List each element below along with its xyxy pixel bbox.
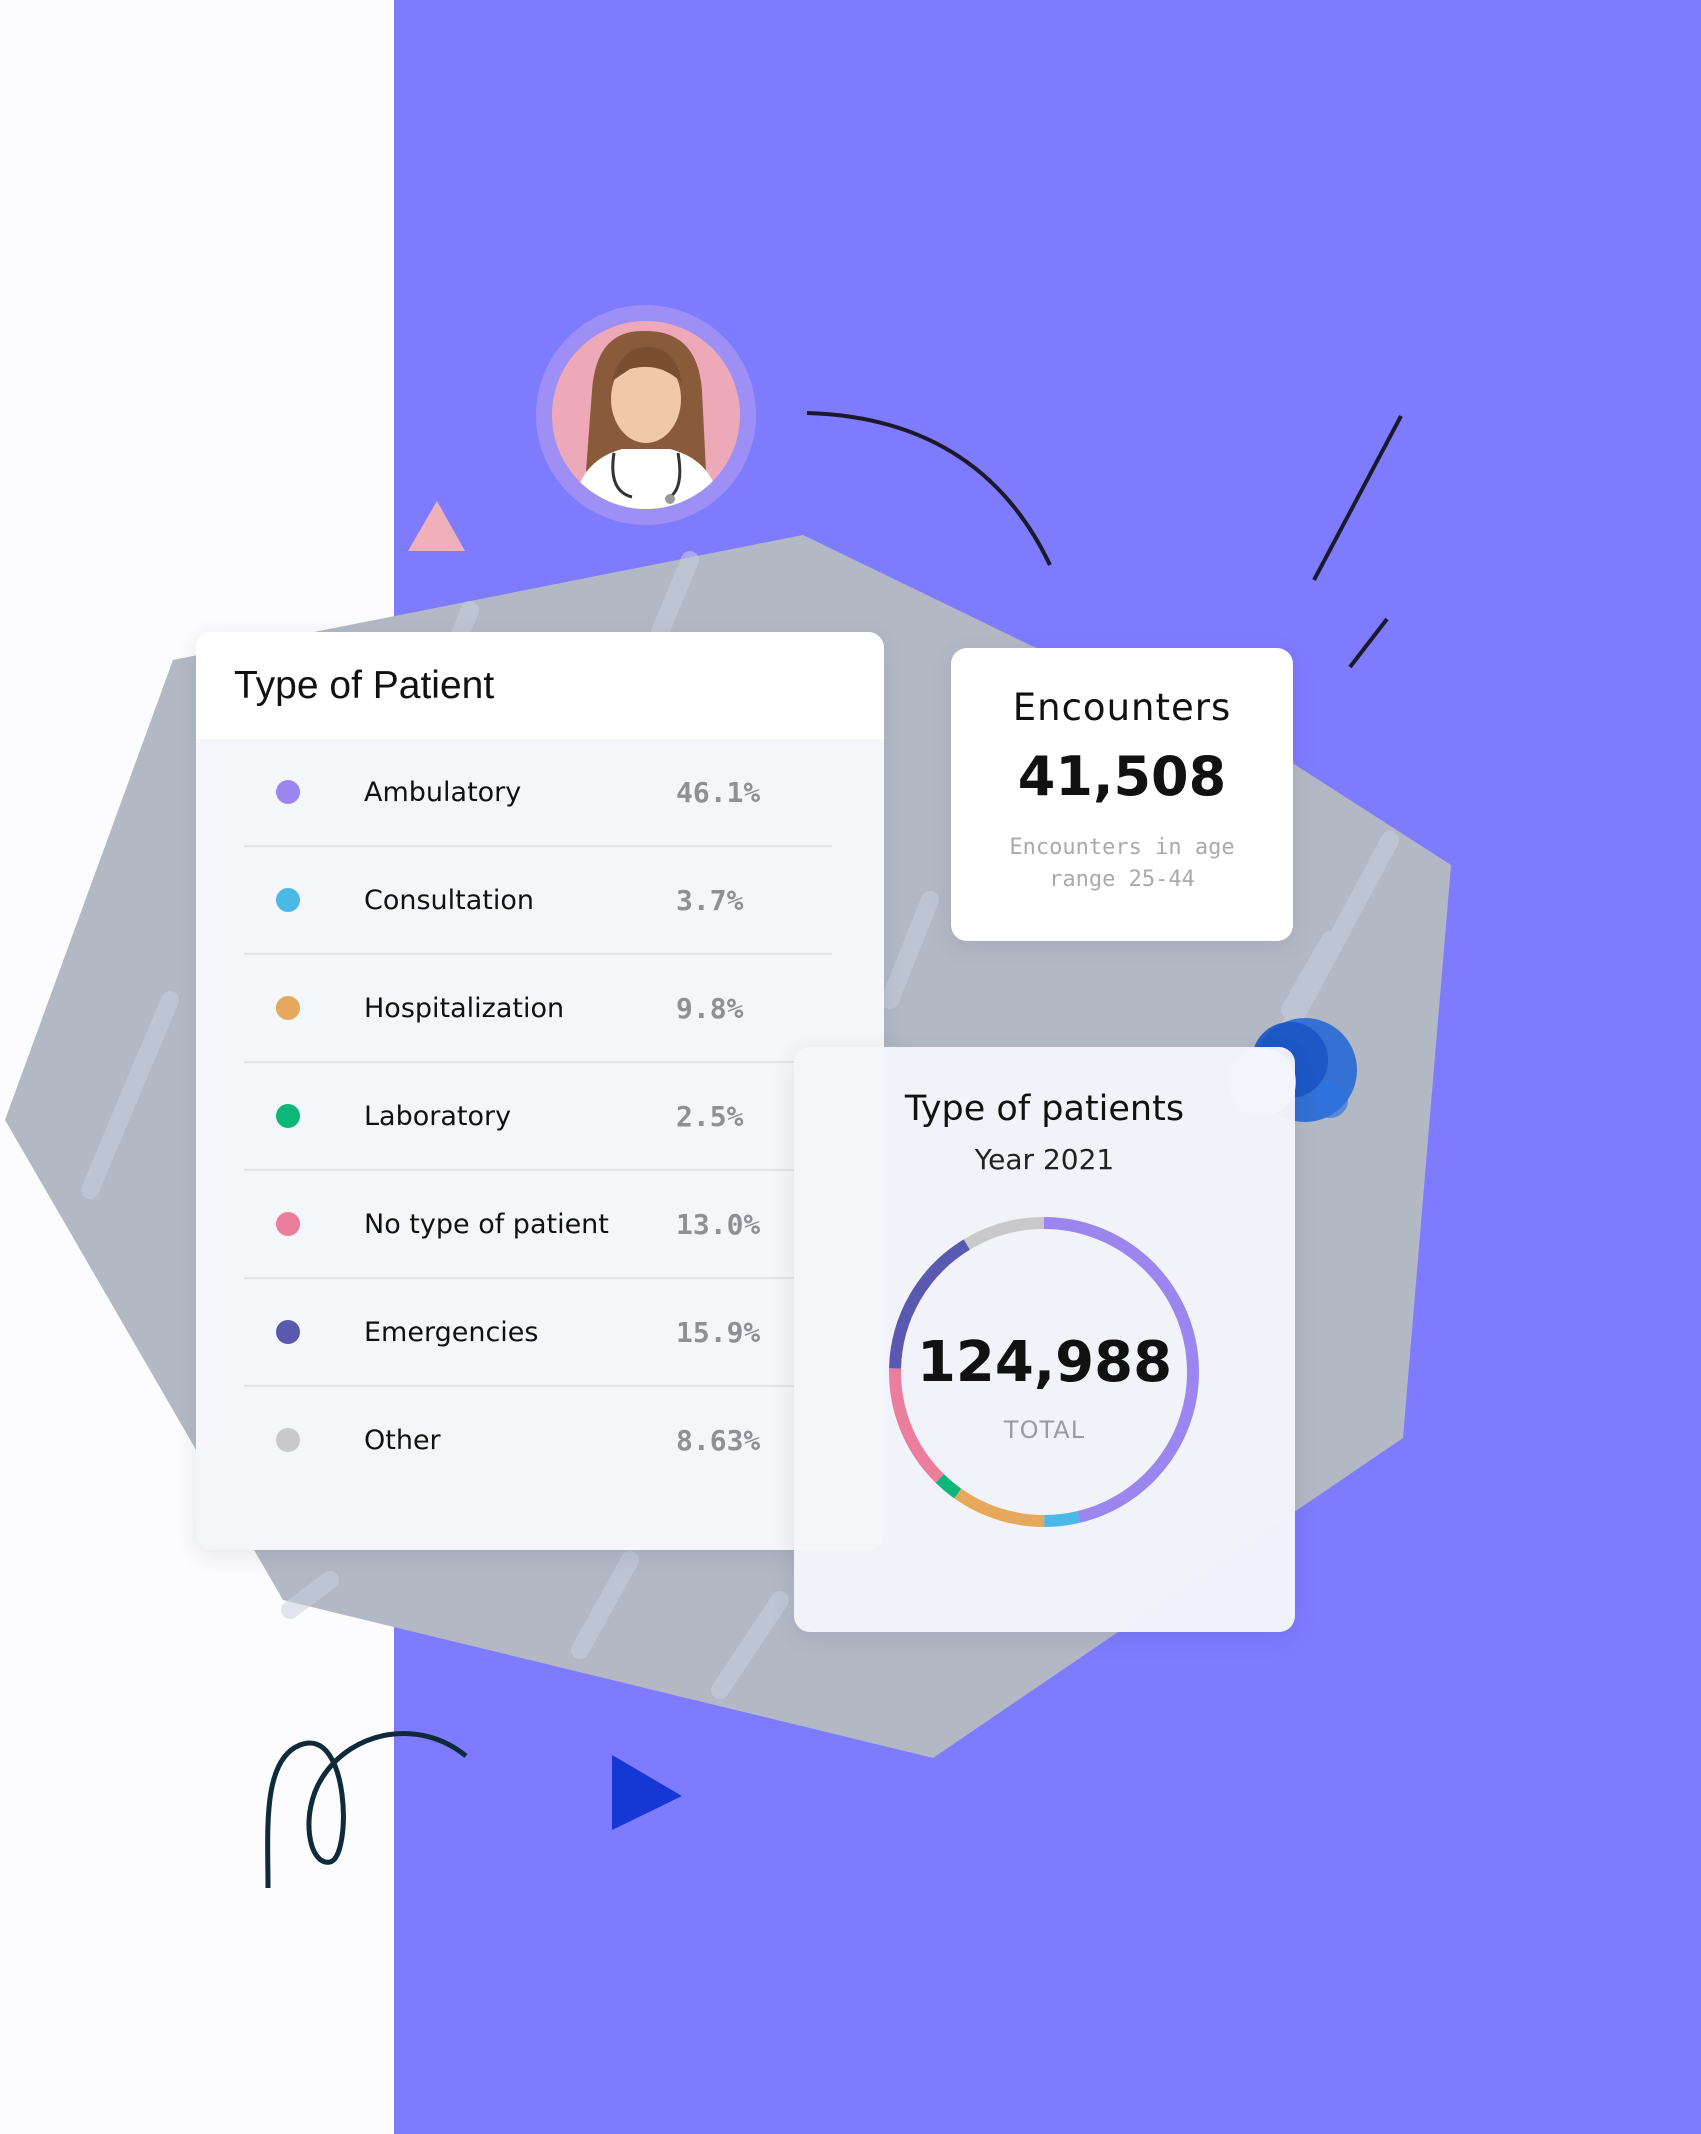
donut-segment-other [963,1217,1045,1250]
row-label: Emergencies [364,1316,539,1348]
list-item-no-type: No type of patient 13.0% [244,1171,832,1279]
list-item-other: Other 8.63% [244,1387,832,1493]
legend-dot-other [276,1428,300,1452]
row-value: 13.0% [676,1207,761,1241]
encounters-title: Encounters [1012,686,1232,729]
row-label: Hospitalization [364,992,565,1024]
row-label: Ambulatory [364,776,522,808]
row-value: 8.63% [676,1423,761,1457]
squiggle-decoration [265,1731,468,1889]
encounters-subtitle: Encounters in age range 25-44 [1009,835,1235,892]
list-item-hospitalization: Hospitalization 9.8% [244,955,832,1063]
pink-triangle-icon [408,501,465,551]
donut-total-value: 124,988 [916,1330,1173,1395]
legend-dot-hospitalization [276,996,300,1020]
row-label: Consultation [364,884,535,916]
donut-segment-hospitalization [954,1488,1045,1528]
list-item-laboratory: Laboratory 2.5% [244,1063,832,1171]
blue-play-triangle-icon [612,1755,682,1830]
arc-decoration [806,411,1052,566]
type-of-patient-header: Type of Patient [196,632,884,739]
encounters-value: 41,508 [1017,745,1227,808]
type-of-patients-donut-card: Type of patients Year 2021 124,988 TOTAL [794,1047,1295,1632]
row-value: 2.5% [676,1099,744,1133]
donut-segment-laboratory [935,1474,962,1499]
list-item-ambulatory: Ambulatory 46.1% [244,739,832,847]
legend-dot-emergencies [276,1320,300,1344]
legend-dot-laboratory [276,1104,300,1128]
row-label: No type of patient [364,1208,609,1240]
encounters-card: Encounters 41,508 Encounters in age rang… [951,648,1293,941]
patient-type-list: Ambulatory 46.1% Consultation 3.7% Hospi… [196,739,884,1493]
legend-dot-no-type [276,1212,300,1236]
legend-dot-ambulatory [276,780,300,804]
row-value: 46.1% [676,775,761,809]
row-label: Other [364,1424,441,1456]
type-of-patient-title: Type of Patient [234,663,495,707]
slash-decoration [1312,415,1403,581]
legend-dot-consultation [276,888,300,912]
list-item-emergencies: Emergencies 15.9% [244,1279,832,1387]
row-label: Laboratory [364,1100,512,1132]
slash-decoration-small [1348,617,1389,669]
row-value: 3.7% [676,883,744,917]
type-of-patient-card: Type of Patient Ambulatory 46.1% Consult… [196,632,884,1550]
donut-segment-consultation [1043,1511,1080,1527]
row-value: 9.8% [676,991,744,1025]
list-item-consultation: Consultation 3.7% [244,847,832,955]
row-value: 15.9% [676,1315,761,1349]
doctor-avatar [552,321,740,509]
donut-total-label: TOTAL [1003,1416,1086,1444]
